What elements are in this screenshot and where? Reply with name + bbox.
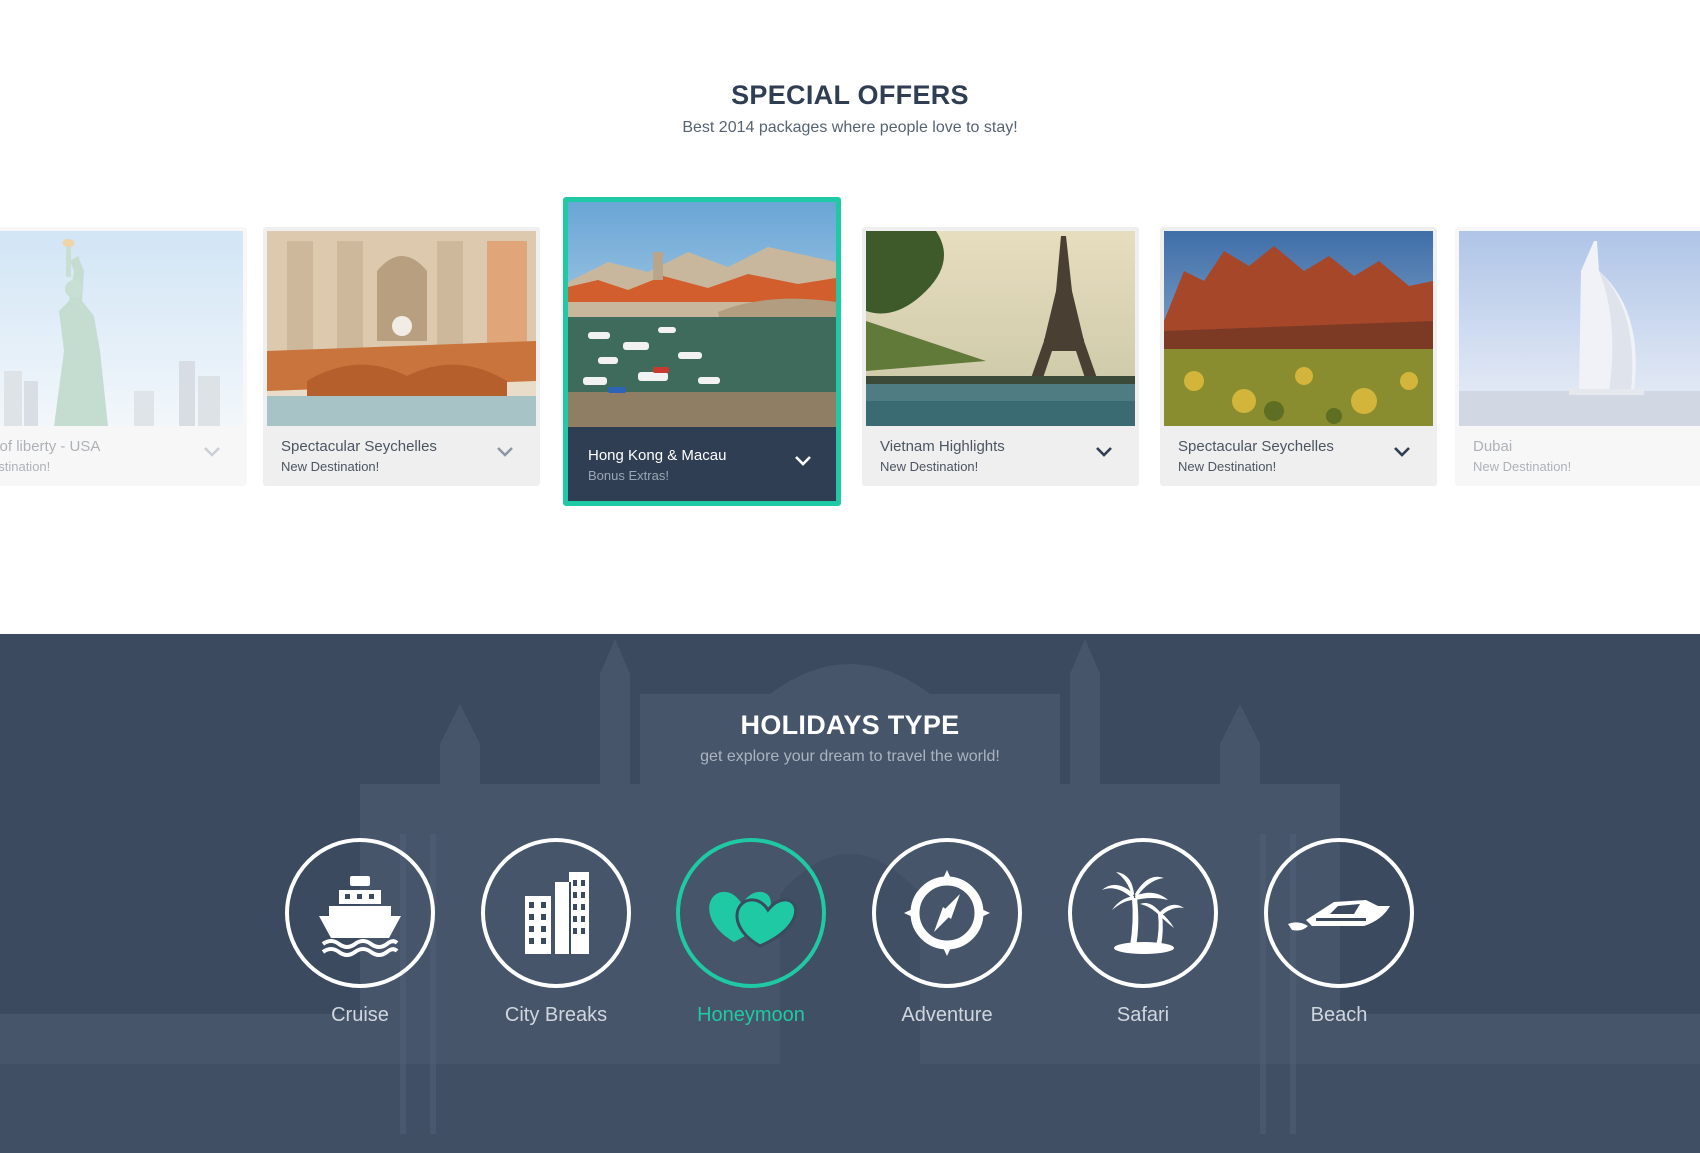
chevron-down-icon[interactable] — [203, 444, 221, 458]
cruise-ship-icon — [319, 876, 401, 957]
offer-name: Hong Kong & Macau — [588, 447, 727, 464]
offer-name: Spectacular Seychelles — [281, 438, 437, 455]
offer-name: Vietnam Highlights — [880, 438, 1005, 455]
offer-tag: New Destination! — [1473, 459, 1572, 474]
holiday-type-honeymoon[interactable]: Honeymoon — [671, 838, 831, 1027]
page: SPECIAL OFFERS Best 2014 packages where … — [0, 0, 1700, 1153]
offer-name: Spectacular Seychelles — [1178, 438, 1334, 455]
offer-photo-statue-of-liberty — [0, 231, 243, 426]
offer-photo-hong-kong-macau — [568, 202, 836, 427]
holiday-type-label: Safari — [1116, 1004, 1170, 1026]
holiday-type-safari[interactable]: Safari — [1063, 838, 1223, 1027]
offer-name: Statue of liberty - USA — [0, 438, 101, 455]
palm-trees-icon — [1102, 872, 1184, 954]
offer-card-seychelles-2[interactable]: Spectacular Seychelles New Destination! — [1160, 227, 1437, 486]
buildings-icon — [525, 872, 589, 954]
holiday-type-label: Adventure — [901, 1004, 993, 1026]
offer-tag: Bonus Extras! — [588, 468, 669, 483]
holidays-type-subtitle: get explore your dream to travel the wor… — [700, 748, 1000, 765]
offer-card-seychelles-1[interactable]: Spectacular Seychelles New Destination! — [263, 227, 540, 486]
chevron-down-icon[interactable] — [496, 444, 514, 458]
offer-photo-vietnam-highlights — [866, 231, 1135, 426]
special-offers-title: SPECIAL OFFERS — [731, 80, 969, 110]
chevron-down-icon[interactable] — [794, 453, 812, 467]
offer-tag: New Destination! — [281, 459, 380, 474]
special-offers-subtitle: Best 2014 packages where people love to … — [682, 119, 1018, 136]
holiday-type-circle — [676, 838, 826, 988]
speedboat-icon — [1288, 900, 1390, 931]
holiday-type-label: Cruise — [331, 1004, 389, 1026]
holiday-type-adventure[interactable]: Adventure — [867, 838, 1027, 1027]
holiday-type-cruise[interactable]: Cruise — [280, 838, 440, 1027]
holiday-type-label: Honeymoon — [697, 1004, 805, 1026]
holiday-type-circle — [285, 838, 435, 988]
holidays-type-section: HOLIDAYS TYPE get explore your dream to … — [0, 634, 1700, 1153]
offer-photo-seychelles-2 — [1164, 231, 1433, 426]
holiday-type-label: City Breaks — [504, 1004, 608, 1026]
offer-name: Dubai — [1473, 438, 1513, 455]
chevron-down-icon[interactable] — [1393, 444, 1411, 458]
chevron-down-icon[interactable] — [1095, 444, 1113, 458]
holidays-type-title: HOLIDAYS TYPE — [740, 710, 960, 740]
holiday-type-label: Beach — [1310, 1004, 1368, 1026]
offer-card-hong-kong-macau[interactable]: Hong Kong & Macau Bonus Extras! — [563, 197, 841, 506]
holiday-type-city-breaks[interactable]: City Breaks — [476, 838, 636, 1027]
holiday-type-circle — [872, 838, 1022, 988]
offer-card-vietnam-highlights[interactable]: Vietnam Highlights New Destination! — [862, 227, 1139, 486]
holiday-type-circle — [481, 838, 631, 988]
offer-photo-seychelles-1 — [267, 231, 536, 426]
offer-tag: New Destination! — [0, 459, 51, 474]
offer-photo-dubai — [1459, 231, 1700, 426]
special-offers-section: SPECIAL OFFERS Best 2014 packages where … — [0, 0, 1700, 634]
offer-tag: New Destination! — [880, 459, 979, 474]
holiday-type-circle — [1264, 838, 1414, 988]
compass-icon — [904, 870, 990, 956]
offer-tag: New Destination! — [1178, 459, 1277, 474]
hearts-icon — [709, 891, 798, 948]
offer-card-statue-of-liberty[interactable]: Statue of liberty - USA New Destination! — [0, 227, 247, 486]
holiday-type-beach[interactable]: Beach — [1259, 838, 1419, 1027]
holiday-type-circle — [1068, 838, 1218, 988]
offer-card-dubai[interactable]: Dubai New Destination! — [1455, 227, 1700, 486]
